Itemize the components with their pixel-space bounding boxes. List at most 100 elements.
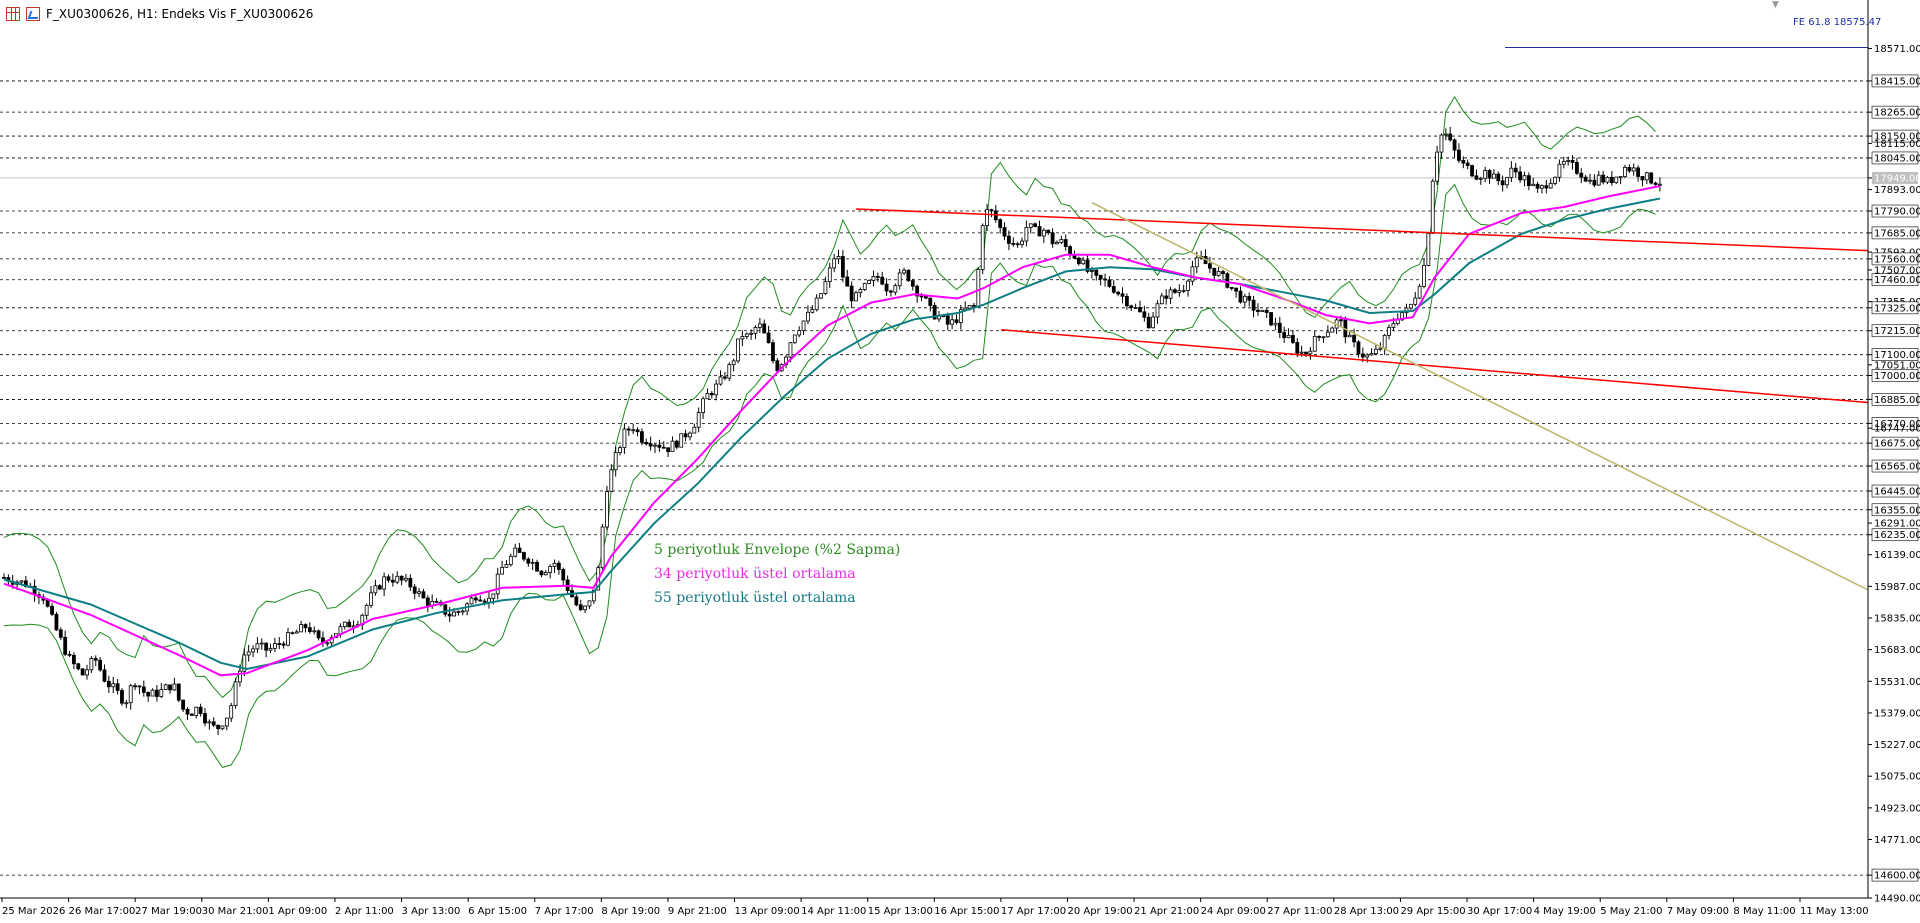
candle-body: [1592, 179, 1597, 186]
price-axis[interactable]: 18571.0018415.0018265.0018150.0018115.00…: [1867, 0, 1920, 905]
candle-body: [1540, 185, 1544, 189]
time-label: 25 Mar 2026: [2, 906, 65, 917]
candle-body: [294, 631, 299, 634]
candle-body: [731, 360, 736, 366]
candle-body: [884, 283, 889, 292]
candle-body: [1177, 290, 1182, 293]
candle-body: [185, 708, 190, 715]
price-label: 17215.00: [1874, 326, 1920, 337]
candle-body: [508, 555, 513, 565]
candle-body: [1575, 162, 1579, 174]
candle-body: [810, 309, 815, 313]
time-label: 2 Apr 11:00: [335, 906, 394, 917]
candle-body: [535, 561, 539, 572]
candle-body: [1081, 259, 1086, 265]
candle-body: [1120, 293, 1125, 297]
candle-body: [1033, 223, 1038, 227]
candle-body: [674, 440, 679, 448]
candle-body: [120, 690, 124, 704]
price-label: 17685.00: [1874, 228, 1920, 239]
candle-body: [500, 566, 504, 575]
candle-body: [1098, 274, 1103, 280]
candle-body: [1352, 334, 1356, 343]
time-label: 9 Apr 21:00: [668, 906, 727, 917]
candle-body: [1426, 232, 1431, 266]
candle-body: [688, 432, 692, 438]
candle-body: [1116, 291, 1121, 295]
candle-body: [889, 290, 893, 293]
candle-body: [823, 281, 828, 295]
candle-body: [1483, 170, 1488, 179]
candle-body: [670, 440, 675, 452]
candle-body: [63, 636, 68, 655]
candle-body: [578, 604, 583, 611]
price-label: 15227.00: [1874, 740, 1920, 751]
candle-body: [1649, 172, 1654, 184]
candle-body: [836, 256, 841, 260]
candle-body: [1212, 267, 1217, 276]
candle-body: [19, 580, 24, 583]
candle-body: [1138, 307, 1142, 313]
candle-body: [1496, 173, 1501, 182]
legend-ema34: 34 periyotluk üstel ortalama: [654, 566, 856, 582]
time-label: 7 May 09:00: [1667, 906, 1729, 917]
candle-body: [1046, 229, 1051, 234]
time-axis[interactable]: 25 Mar 2026 26 Mar 17:00 27 Mar 19:00 30 Ma…: [0, 897, 1869, 917]
candle-body: [1465, 162, 1470, 166]
price-label: 15075.00: [1874, 772, 1920, 783]
candle-body: [653, 444, 657, 447]
candle-body: [1291, 334, 1295, 343]
candle-body: [924, 296, 928, 299]
candle-body: [1417, 285, 1422, 299]
candle-body: [771, 342, 775, 362]
candle-body: [1391, 323, 1396, 328]
candle-body: [600, 526, 605, 569]
candle-body: [1273, 322, 1278, 326]
candle-body: [495, 573, 500, 595]
candle-body: [259, 642, 264, 645]
time-label: 15 Apr 13:00: [868, 906, 933, 917]
candle-body: [1168, 289, 1173, 299]
candle-body: [1640, 176, 1645, 181]
candle-body: [1124, 295, 1129, 307]
price-label: 14771.00: [1874, 835, 1920, 846]
candle-body: [347, 621, 352, 628]
legend-ema55: 55 periyotluk üstel ortalama: [654, 590, 856, 606]
time-label: 11 May 13:00: [1800, 906, 1869, 917]
candle-body: [692, 426, 697, 434]
candle-body: [526, 558, 531, 564]
candle-body: [709, 393, 714, 396]
candle-body: [395, 575, 400, 583]
time-label: 6 Apr 15:00: [468, 906, 527, 917]
price-chart[interactable]: 18571.0018415.0018265.0018150.0018115.00…: [0, 0, 1920, 923]
price-label: 16139.00: [1874, 550, 1920, 561]
candle-body: [849, 285, 854, 302]
candle-body: [854, 292, 858, 302]
candle-body: [897, 272, 902, 287]
candle-body: [1277, 322, 1282, 333]
candle-body: [172, 683, 177, 691]
price-label: 16355.00: [1874, 505, 1920, 516]
time-label: 21 Apr 21:00: [1134, 906, 1199, 917]
candle-body: [1015, 243, 1020, 246]
candle-body: [788, 342, 793, 358]
candle-body: [753, 327, 758, 334]
candle-body: [762, 323, 767, 334]
candle-body: [587, 600, 592, 607]
candle-body: [434, 600, 439, 603]
channel-upper-line: [855, 208, 1869, 252]
candle-body: [93, 658, 98, 661]
candle-body: [1234, 287, 1239, 292]
candle-body: [840, 256, 845, 278]
candle-body: [1570, 160, 1575, 163]
channel-lower-line: [1000, 328, 1869, 404]
candle-body: [1238, 290, 1243, 303]
candle-body: [198, 706, 203, 714]
candle-body: [1544, 185, 1549, 189]
candle-body: [1269, 312, 1273, 326]
candle-body: [1347, 334, 1352, 338]
candle-body: [251, 648, 255, 653]
drawn-lines[interactable]: [855, 202, 1869, 591]
candle-body: [1286, 334, 1291, 339]
candle-body: [1583, 176, 1588, 182]
